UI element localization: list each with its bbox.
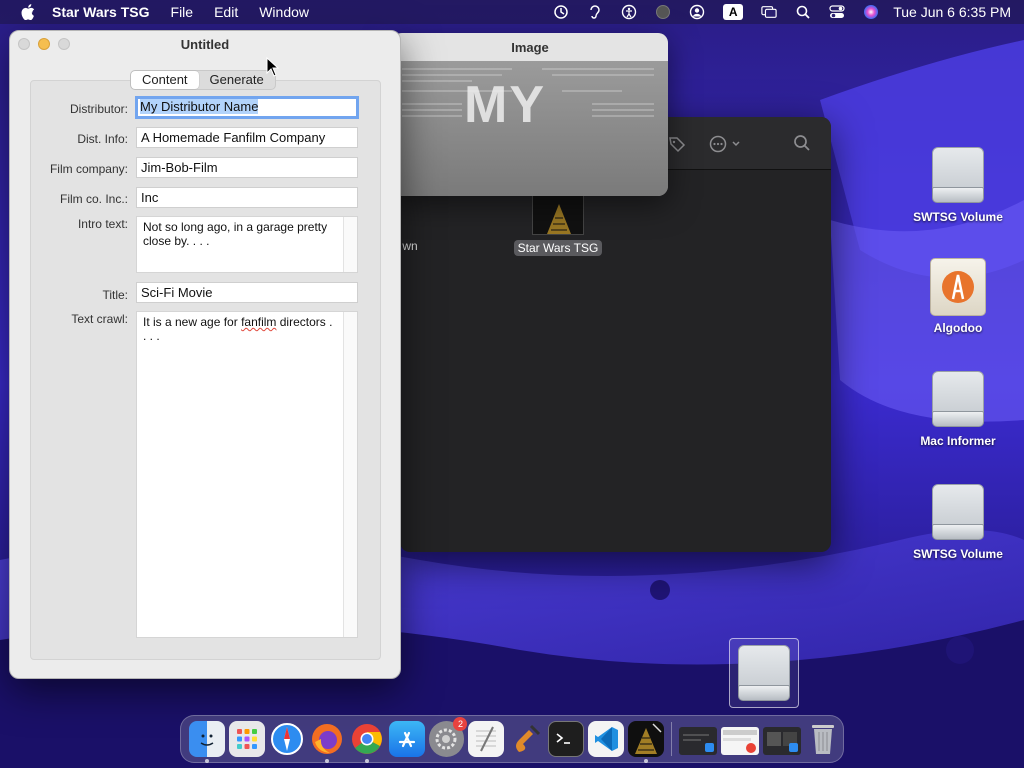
time-machine-icon[interactable] (553, 4, 569, 20)
distributor-label: Distributor: (69, 102, 128, 116)
dragged-drive-ghost[interactable] (729, 638, 799, 708)
user-icon[interactable] (689, 4, 705, 20)
drive-icon (929, 147, 987, 205)
desktop-icon-label: Mac Informer (920, 434, 996, 448)
finder-file-star-wars-tsg[interactable]: Star Wars TSG (508, 193, 608, 256)
text-crawl-value-start: It is a new age for (143, 315, 242, 329)
zoom-window-button[interactable] (58, 38, 70, 50)
minimize-window-button[interactable] (38, 38, 50, 50)
app-menu[interactable]: Star Wars TSG (52, 4, 150, 20)
image-preview-big-text: MY (464, 76, 546, 134)
spotlight-search-icon[interactable] (795, 4, 811, 20)
distributor-value: My Distributor Name (140, 99, 259, 114)
minimized-window-2[interactable] (721, 727, 760, 755)
intro-text-area[interactable]: Not so long ago, in a garage pretty clos… (136, 216, 358, 273)
close-window-button[interactable] (18, 38, 30, 50)
film-company-label: Film company: (49, 162, 128, 176)
desktop-icon-label: SWTSG Volume (913, 547, 1003, 561)
desktop-icon-label: Algodoo (933, 321, 983, 335)
dock-separator (671, 722, 673, 756)
desktop-icon-swtsg-volume-2[interactable]: SWTSG Volume (903, 484, 1013, 561)
distributor-field[interactable]: My Distributor Name (135, 96, 359, 119)
tab-selector: Content Generate (130, 70, 276, 90)
finder-icon[interactable] (189, 721, 225, 763)
algodoo-icon (930, 258, 986, 316)
text-crawl-scrollbar[interactable] (343, 312, 357, 637)
trash-icon[interactable] (805, 721, 841, 757)
file-menu[interactable]: File (171, 4, 194, 20)
textedit-icon[interactable] (468, 721, 505, 757)
siri-icon[interactable] (863, 4, 879, 20)
finder-partial-label: wn (402, 239, 418, 253)
tab-generate[interactable]: Generate (199, 71, 275, 89)
dist-info-field[interactable]: A Homemade Fanfilm Company (136, 127, 358, 148)
dock: 2 (180, 715, 844, 763)
main-app-window: Untitled Content Generate Distributor: M… (9, 30, 401, 679)
film-co-inc-field[interactable]: Inc (136, 187, 358, 208)
apple-menu-icon[interactable] (18, 2, 38, 22)
more-actions-icon[interactable] (709, 135, 745, 156)
text-crawl-label: Text crawl: (71, 312, 128, 326)
image-window-titlebar[interactable]: Image (392, 33, 668, 61)
safari-icon[interactable] (269, 721, 305, 757)
terminal-icon[interactable] (548, 721, 585, 757)
launchpad-icon[interactable] (228, 721, 265, 757)
title-label: Title: (102, 288, 128, 302)
drive-icon (929, 371, 987, 429)
edit-menu[interactable]: Edit (214, 4, 238, 20)
dist-info-label: Dist. Info: (77, 132, 128, 146)
intro-text-value: Not so long ago, in a garage pretty clos… (143, 220, 328, 248)
garageband-icon[interactable] (508, 721, 544, 757)
image-preview-content: MY (392, 61, 668, 196)
system-settings-icon[interactable]: 2 (428, 717, 468, 757)
window-menu[interactable]: Window (259, 4, 309, 20)
image-window-title: Image (511, 39, 549, 55)
screen-mirroring-icon[interactable] (761, 4, 777, 20)
star-wars-tsg-file-icon (532, 193, 584, 235)
vscode-icon[interactable] (588, 721, 625, 757)
text-crawl-area[interactable]: It is a new age for fanfilm directors . … (136, 311, 358, 638)
star-wars-tsg-icon[interactable] (628, 721, 665, 763)
image-preview-window: Image MY (392, 33, 668, 196)
firefox-icon[interactable] (309, 721, 345, 763)
window-title: Untitled (180, 36, 230, 52)
menu-bar: Star Wars TSG File Edit Window A Tue Jun… (0, 0, 1024, 24)
desktop-icon-label: SWTSG Volume (913, 210, 1003, 224)
search-icon[interactable] (793, 134, 811, 155)
title-field[interactable]: Sci-Fi Movie (136, 282, 358, 303)
control-center-icon[interactable] (829, 4, 845, 20)
desktop-icon-mac-informer[interactable]: Mac Informer (903, 371, 1013, 448)
settings-badge: 2 (453, 717, 468, 731)
accessibility-icon[interactable] (621, 4, 637, 20)
film-co-inc-label: Film co. Inc.: (59, 192, 128, 206)
main-window-titlebar[interactable]: Untitled (10, 31, 400, 57)
input-source-icon[interactable]: A (723, 4, 744, 20)
drive-icon (735, 645, 793, 703)
finder-file-label: Star Wars TSG (513, 240, 603, 256)
chrome-icon[interactable] (349, 721, 385, 763)
tag-icon[interactable] (668, 135, 686, 156)
film-company-field[interactable]: Jim-Bob-Film (136, 157, 358, 178)
intro-text-scrollbar[interactable] (343, 217, 357, 272)
drive-icon (929, 484, 987, 542)
app-store-icon[interactable] (388, 721, 425, 757)
mouse-cursor-icon (266, 56, 280, 80)
vpn-icon[interactable] (655, 4, 671, 20)
intro-text-label: Intro text: (77, 217, 128, 231)
hearing-icon[interactable] (587, 4, 603, 20)
desktop-icon-algodoo[interactable]: Algodoo (903, 258, 1013, 335)
text-crawl-misspelled-word: fanfilm (241, 315, 277, 329)
desktop-icon-swtsg-volume[interactable]: SWTSG Volume (903, 147, 1013, 224)
minimized-window-1[interactable] (679, 727, 718, 755)
menu-bar-clock[interactable]: Tue Jun 6 6:35 PM (893, 4, 1011, 20)
minimized-window-3[interactable] (763, 727, 802, 755)
tab-content[interactable]: Content (131, 71, 199, 89)
